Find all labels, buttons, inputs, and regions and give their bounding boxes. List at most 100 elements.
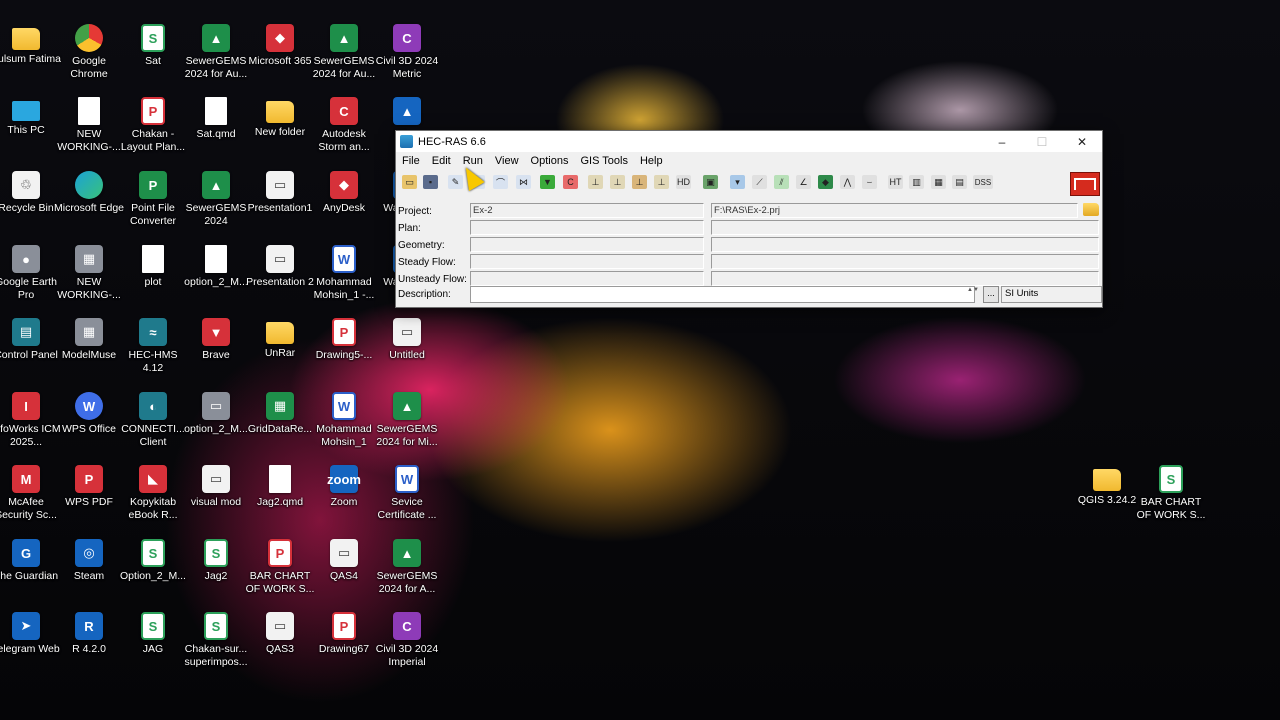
junction-icon[interactable]: ⋈	[514, 173, 533, 191]
geometry-path-field[interactable]	[711, 237, 1099, 252]
desktop-icon[interactable]: S Chakan-sur... superimpos...	[180, 612, 252, 669]
desktop-icon[interactable]: option_2_M...	[180, 245, 252, 289]
desktop-icon[interactable]: C Autodesk Storm an...	[308, 97, 380, 154]
menu-help[interactable]: Help	[640, 155, 663, 167]
rating-curve-icon[interactable]: ∠	[794, 173, 813, 191]
desktop-icon[interactable]: ▦ NEW WORKING-...	[53, 245, 125, 302]
steady-flow-title-field[interactable]	[470, 254, 704, 269]
desktop-icon[interactable]: ▲ SewerGEMS 2024	[180, 171, 252, 228]
usace-castle-icon[interactable]	[1070, 172, 1100, 196]
desktop-icon[interactable]: Microsoft Edge	[53, 171, 125, 215]
desktop-icon[interactable]: zoom Zoom	[308, 465, 380, 509]
desktop-icon[interactable]: Sat.qmd	[180, 97, 252, 141]
desktop-icon[interactable]: P BAR CHART OF WORK S...	[244, 539, 316, 596]
menu-view[interactable]: View	[495, 155, 519, 167]
desktop-icon[interactable]: R R 4.2.0	[53, 612, 125, 656]
desktop-icon[interactable]: ▭ option_2_M...	[180, 392, 252, 436]
desktop-icon[interactable]: C Civil 3D 2024 Metric	[371, 24, 443, 81]
desktop-icon[interactable]: Jag2.qmd	[244, 465, 316, 509]
desktop-icon[interactable]: P Chakan - Layout Plan...	[117, 97, 189, 154]
desktop-icon[interactable]: New folder	[244, 97, 316, 139]
description-more-button[interactable]: ...	[983, 286, 999, 303]
desktop-icon[interactable]: P WPS PDF	[53, 465, 125, 509]
desktop-icon[interactable]: ▭ QAS4	[308, 539, 380, 583]
desktop-icon[interactable]: ▲ SewerGEMS 2024 for Au...	[308, 24, 380, 81]
general-profile-icon[interactable]: ⫽	[772, 173, 791, 191]
cross-section-icon[interactable]: ⌒	[491, 173, 510, 191]
steady-flow-icon[interactable]: ⊥	[586, 173, 605, 191]
menu-options[interactable]: Options	[531, 155, 569, 167]
title-bar[interactable]: HEC-RAS 6.6 – ☐ ✕	[396, 131, 1102, 152]
hd-icon[interactable]: HD	[674, 173, 693, 191]
dss-icon[interactable]: DSS	[972, 173, 994, 191]
plan-title-field[interactable]	[470, 220, 704, 235]
menu-gis-tools[interactable]: GIS Tools	[580, 155, 628, 167]
desktop-icon[interactable]: ≈ HEC-HMS 4.12	[117, 318, 189, 375]
quasi-unsteady-icon[interactable]: ⊥	[630, 173, 649, 191]
menu-edit[interactable]: Edit	[432, 155, 451, 167]
cross-section-plot-icon[interactable]: ▾	[728, 173, 747, 191]
unsteady-flow-path-field[interactable]	[711, 271, 1099, 286]
desktop-icon[interactable]: UnRar	[244, 318, 316, 360]
desktop-icon[interactable]: ◎ Steam	[53, 539, 125, 583]
detailed-output-icon[interactable]: HT	[886, 173, 905, 191]
hydraulic-design-icon[interactable]: ⊥	[652, 173, 671, 191]
desktop-icon[interactable]: ◆ AnyDesk	[308, 171, 380, 215]
desktop-icon[interactable]: S Sat	[117, 24, 189, 68]
unsteady-flow-icon[interactable]: ⊥	[608, 173, 627, 191]
desktop-icon[interactable]: ◣ Kopykitab eBook R...	[117, 465, 189, 522]
summary-table-icon[interactable]: ▦	[929, 173, 948, 191]
desktop-icon[interactable]: Google Chrome	[53, 24, 125, 81]
unsteady-flow-title-field[interactable]	[470, 271, 704, 286]
sediment-icon[interactable]: ▼	[538, 173, 557, 191]
browse-folder-icon[interactable]	[1083, 203, 1099, 216]
desktop-icon[interactable]: W WPS Office	[53, 392, 125, 436]
open-icon[interactable]: ▭	[400, 173, 419, 191]
close-button[interactable]: ✕	[1062, 131, 1102, 152]
description-scroll-arrows[interactable]: ▲▼	[967, 287, 979, 301]
desktop-icon[interactable]: ▭ visual mod	[180, 465, 252, 509]
desktop-icon[interactable]: S Option_2_M...	[117, 539, 189, 583]
geometry-title-field[interactable]	[470, 237, 704, 252]
minimize-button[interactable]: –	[982, 131, 1022, 152]
desktop-icon[interactable]: ▲ SewerGEMS 2024 for A...	[371, 539, 443, 596]
desktop-icon[interactable]: P Drawing67	[308, 612, 380, 656]
desktop-icon[interactable]: ▼ Brave	[180, 318, 252, 362]
desktop-icon[interactable]: ▲ SewerGEMS 2024 for Au...	[180, 24, 252, 81]
desktop-icon[interactable]: W Mohammad Mohsin_1	[308, 392, 380, 449]
project-title-field[interactable]: Ex-2	[470, 203, 704, 218]
desktop-icon[interactable]: W Sevice Certificate ...	[371, 465, 443, 522]
description-input[interactable]	[470, 286, 975, 303]
save-icon[interactable]: ▪	[421, 173, 440, 191]
desktop-icon[interactable]: ▭ Untitled	[371, 318, 443, 362]
plan-path-field[interactable]	[711, 220, 1099, 235]
steady-flow-path-field[interactable]	[711, 254, 1099, 269]
profile-plot-icon[interactable]: ⟋	[750, 173, 769, 191]
desktop-icon[interactable]: ▭ Presentation1	[244, 171, 316, 215]
desktop-icon[interactable]: S Jag2	[180, 539, 252, 583]
desktop-icon[interactable]: ◐ CONNECTI... Client	[117, 392, 189, 449]
desktop-icon[interactable]: ◆ Microsoft 365	[244, 24, 316, 68]
maximize-button[interactable]: ☐	[1022, 131, 1062, 152]
desktop-icon[interactable]: P Point File Converter	[117, 171, 189, 228]
xyz-perspective-icon[interactable]: ◆	[816, 173, 835, 191]
hydraulic-properties-icon[interactable]: ⌣	[860, 173, 879, 191]
desktop-icon[interactable]: S JAG	[117, 612, 189, 656]
units-dropdown[interactable]: SI Units	[1001, 286, 1102, 303]
desktop-icon[interactable]: ▦ GridDataRe...	[244, 392, 316, 436]
desktop-icon[interactable]: W Mohammad Mohsin_1 -...	[308, 245, 380, 302]
project-path-field[interactable]: F:\RAS\Ex-2.prj	[711, 203, 1078, 218]
desktop-icon[interactable]: ▦ ModelMuse	[53, 318, 125, 362]
desktop-icon[interactable]: plot	[117, 245, 189, 289]
water-quality-icon[interactable]: C	[561, 173, 580, 191]
ras-mapper-icon[interactable]: ▣	[701, 173, 720, 191]
desktop-icon[interactable]: ▭ Presentation 2	[244, 245, 316, 289]
desktop-icon[interactable]: QGIS 3.24.2	[1071, 465, 1143, 507]
menu-file[interactable]: File	[402, 155, 420, 167]
profile-table-icon[interactable]: ▥	[907, 173, 926, 191]
desktop-icon[interactable]: P Drawing5-...	[308, 318, 380, 362]
desktop-icon[interactable]: S BAR CHART OF WORK S...	[1135, 465, 1207, 522]
desktop-icon[interactable]: C Civil 3D 2024 Imperial	[371, 612, 443, 669]
desktop-icon[interactable]: ▲ SewerGEMS 2024 for Mi...	[371, 392, 443, 449]
messages-icon[interactable]: ▤	[950, 173, 969, 191]
